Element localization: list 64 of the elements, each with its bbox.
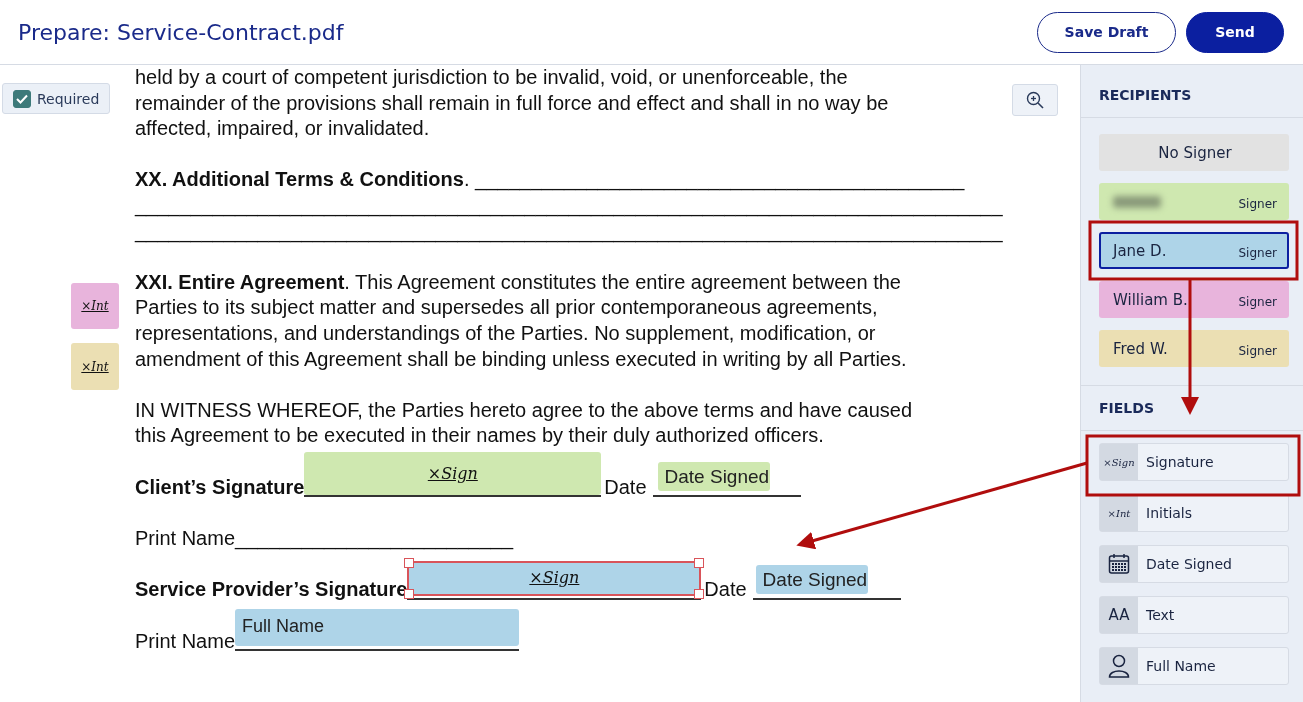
fill-in-line: _________________________ bbox=[235, 525, 514, 552]
signature-icon: ×Sign bbox=[1100, 444, 1138, 480]
date-label: Date bbox=[704, 577, 747, 603]
resize-handle[interactable] bbox=[694, 557, 705, 568]
recipient-name: Fred W. bbox=[1113, 339, 1168, 358]
initials-icon: ×Int bbox=[1100, 495, 1138, 531]
document-paragraph: IN WITNESS WHEREOF, the Parties hereto agree to the above terms and have caused this Agreement to be executed in their names by their duly authorized officers. bbox=[135, 397, 914, 449]
document-paragraph: held by a court of competent jurisdiction to be invalid, void, or unenforceable, the remainder of the provisions shall remain in full force and effect and shall in no way be affected, impaired, or invalidated. bbox=[135, 65, 890, 142]
recipient-item[interactable]: William B. Signer bbox=[1099, 281, 1289, 318]
date-label: Date bbox=[604, 474, 647, 500]
initials-mark: ×Int bbox=[81, 360, 109, 373]
field-type-label: Signature bbox=[1146, 454, 1214, 470]
resize-handle[interactable] bbox=[404, 557, 415, 568]
recipients-heading: RECIPIENTS bbox=[1081, 65, 1303, 118]
signature-label: Print Name bbox=[135, 628, 236, 654]
date-signed-field[interactable]: Date Signed bbox=[755, 564, 868, 594]
initials-mark: ×Int bbox=[81, 300, 109, 312]
field-type-label: Text bbox=[1146, 607, 1175, 623]
field-type-label: Full Name bbox=[1146, 658, 1216, 674]
send-button[interactable]: Send bbox=[1186, 11, 1284, 53]
recipient-name: William B. bbox=[1113, 290, 1188, 309]
save-draft-button[interactable]: Save Draft bbox=[1037, 11, 1176, 53]
field-type-item[interactable]: ×Sign Signature bbox=[1099, 443, 1289, 481]
required-checkbox[interactable]: Required bbox=[2, 83, 110, 114]
initials-field[interactable]: ×Int bbox=[71, 343, 119, 390]
role-label: Signer bbox=[1238, 244, 1277, 260]
signature-field[interactable]: ×Sign bbox=[407, 560, 702, 596]
signature-label: Print Name bbox=[135, 525, 236, 549]
zoom-in-icon bbox=[1026, 91, 1044, 109]
recipient-item[interactable]: Fred W. Signer bbox=[1099, 330, 1289, 367]
document-paragraph: XXI. Entire Agreement. This Agreement constitutes the entire agreement between the Parties to its subject matter and supersedes all prior contemporaneous agreements, representations, and understandings of the Parties. No supplement, modification, or amendment of this Agreement shall be binding unless executed in writing by all Parties. bbox=[135, 269, 908, 372]
resize-handle[interactable] bbox=[694, 588, 705, 599]
role-label: Signer bbox=[1238, 293, 1277, 309]
recipient-item[interactable]: Jane D. Signer bbox=[1099, 232, 1289, 269]
recipient-name: Jane D. bbox=[1113, 241, 1167, 260]
signature-mark: ×Sign bbox=[529, 570, 580, 587]
role-label: Signer bbox=[1238, 195, 1277, 211]
full-name-field[interactable]: Full Name bbox=[235, 609, 520, 647]
signature-label: Service Provider’s Signature bbox=[135, 577, 408, 603]
field-type-item[interactable]: AA Text bbox=[1099, 596, 1289, 634]
initials-field[interactable]: ×Int bbox=[71, 283, 119, 329]
field-type-label: Date Signed bbox=[1146, 556, 1232, 572]
document-line: ______________________________________________________________________________ bbox=[135, 192, 1003, 219]
person-icon bbox=[1108, 654, 1130, 678]
text-size-icon: AA bbox=[1100, 597, 1138, 633]
checkmark-icon bbox=[16, 93, 28, 104]
fields-heading: FIELDS bbox=[1081, 386, 1303, 431]
required-label: Required bbox=[37, 91, 100, 106]
recipient-item[interactable]: No Signer bbox=[1099, 134, 1289, 171]
signature-field[interactable]: ×Sign bbox=[304, 452, 602, 496]
field-type-label: Initials bbox=[1146, 505, 1193, 521]
role-label: Signer bbox=[1238, 342, 1277, 358]
document-line: XX. Additional Terms & Conditions. ____________________________________________ bbox=[135, 167, 965, 193]
signature-mark: ×Sign bbox=[427, 465, 478, 482]
page-title: Prepare: Service-Contract.pdf bbox=[18, 19, 344, 45]
document-line: ______________________________________________________________________________ bbox=[135, 218, 1003, 245]
field-type-item[interactable]: Full Name bbox=[1099, 647, 1289, 685]
recipient-item[interactable]: Signer bbox=[1099, 183, 1289, 220]
zoom-in-button[interactable] bbox=[1012, 84, 1058, 116]
blurred-name bbox=[1113, 195, 1161, 208]
date-signed-field[interactable]: Date Signed bbox=[657, 462, 770, 492]
signature-label: Client’s Signature bbox=[135, 474, 305, 500]
field-type-item[interactable]: Date Signed bbox=[1099, 545, 1289, 583]
calendar-icon bbox=[1108, 553, 1130, 575]
